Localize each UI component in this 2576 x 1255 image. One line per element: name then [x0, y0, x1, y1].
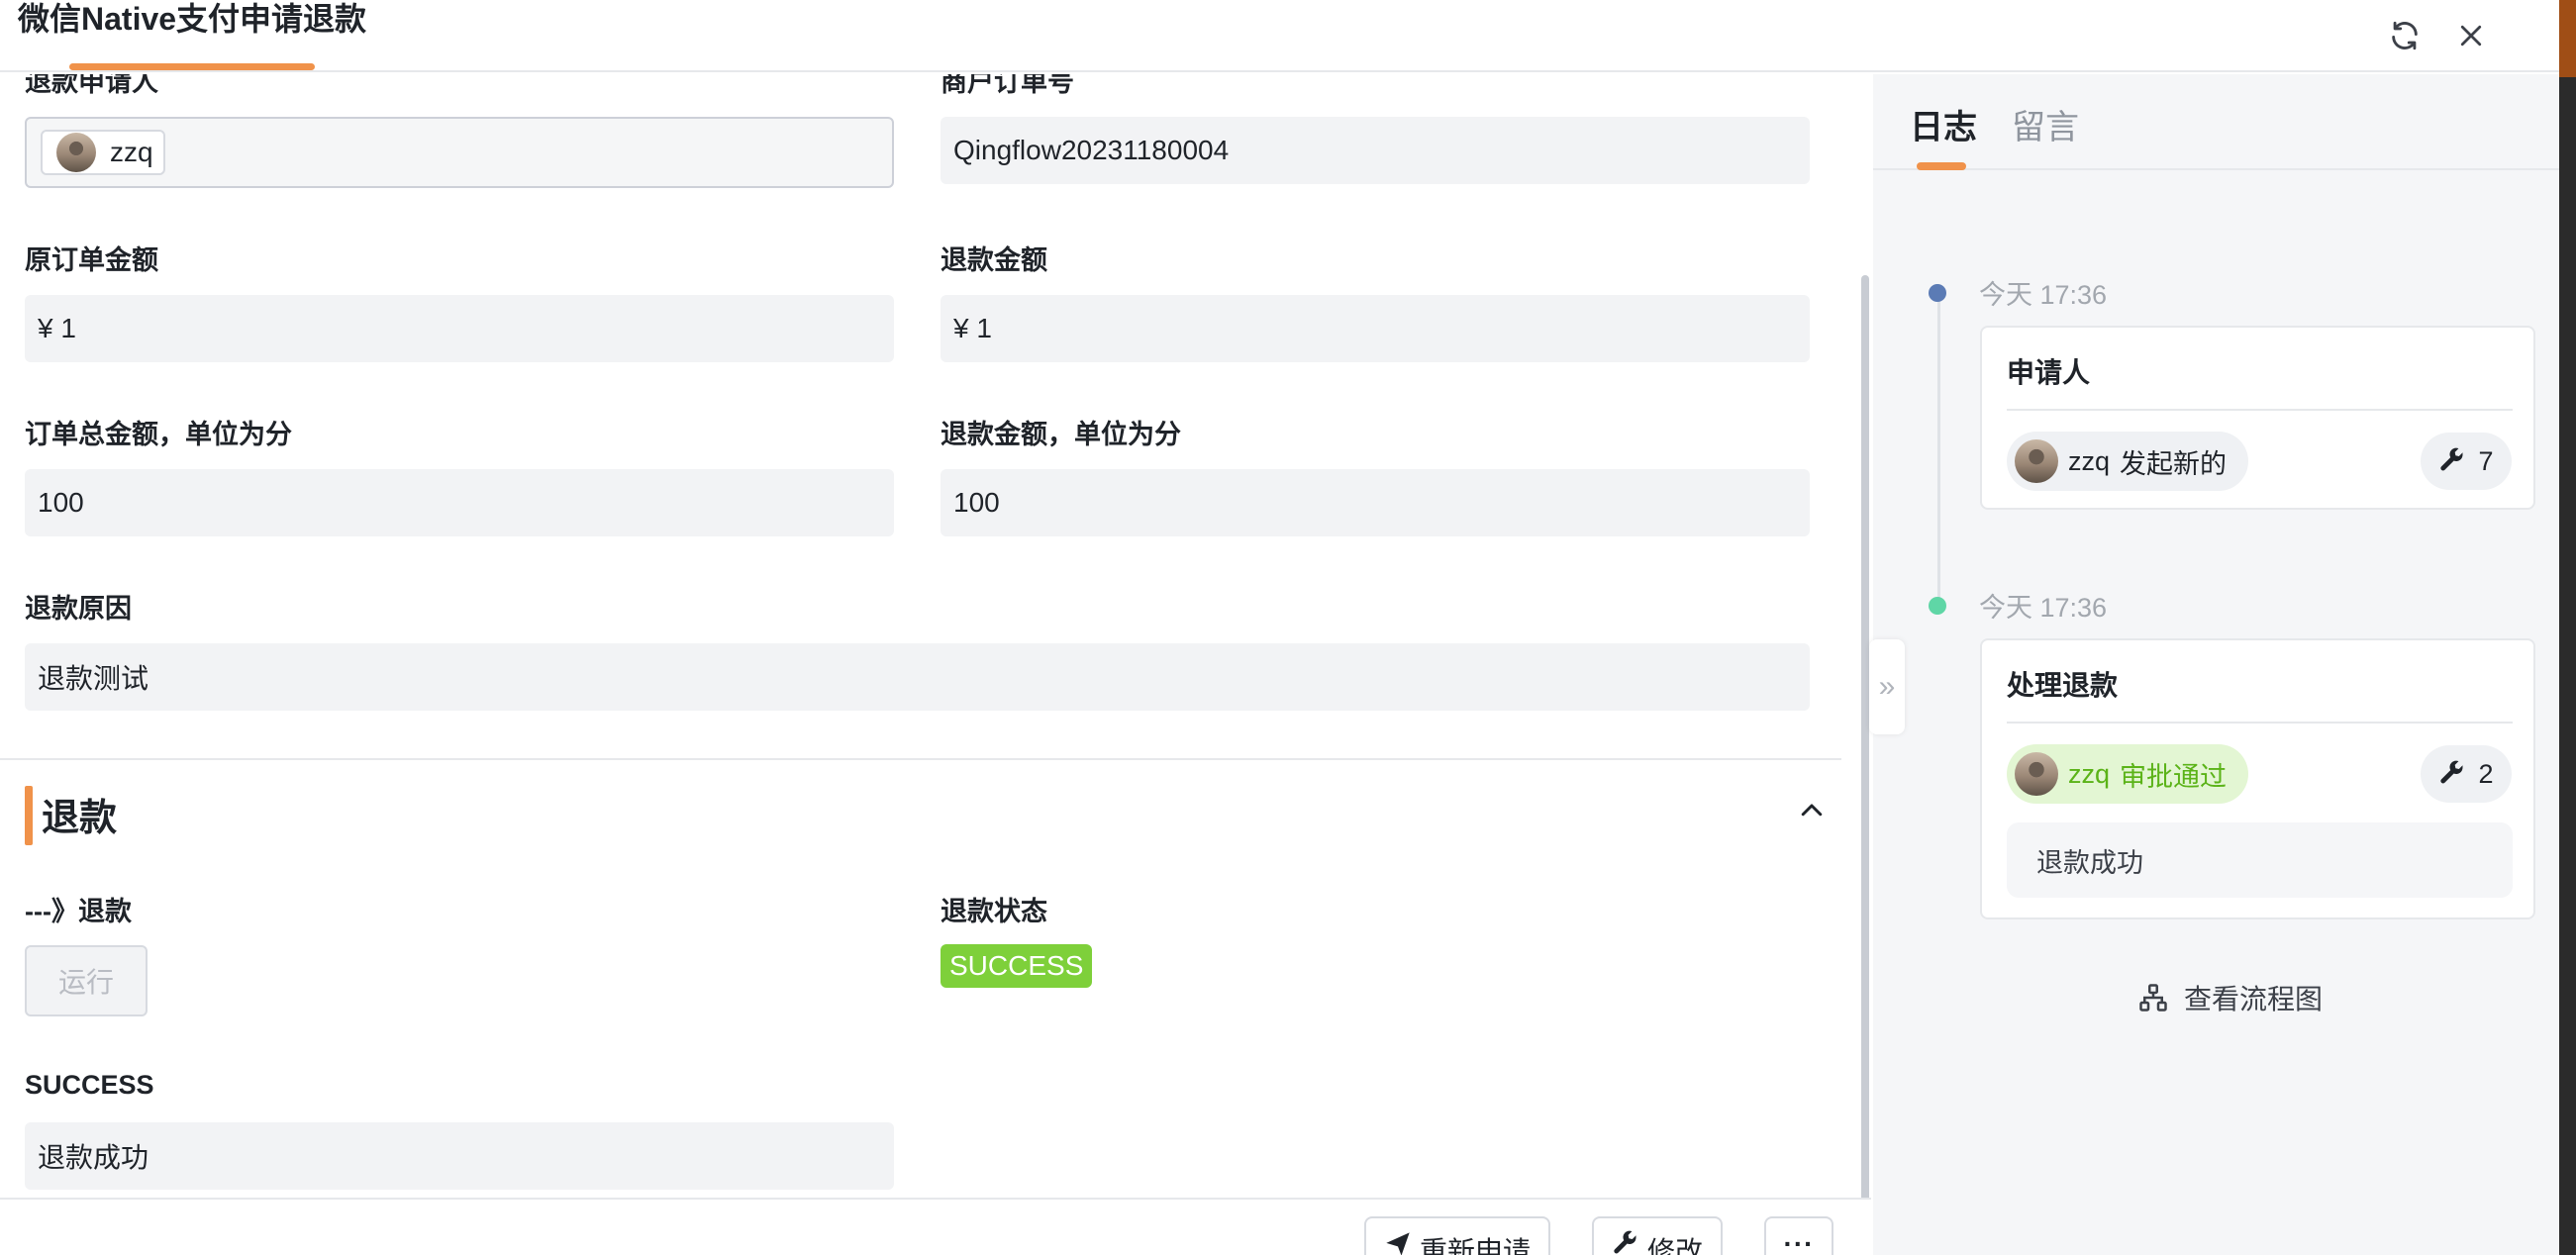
actor-name: zzq: [2068, 445, 2111, 476]
log-card-refund: 处理退款 zzq 审批通过 2 退款成功: [1980, 638, 2535, 919]
section-accent-bar: [25, 786, 33, 845]
edit-button[interactable]: 修改: [1592, 1216, 1724, 1255]
edit-label: 修改: [1647, 1236, 1704, 1255]
refresh-button[interactable]: [2383, 14, 2427, 57]
dialog-header: 微信Native支付申请退款: [0, 0, 2559, 72]
refund-status-label: 退款状态: [941, 897, 1047, 926]
original-amount-label: 原订单金额: [25, 245, 158, 275]
panel-toggle-handle[interactable]: »: [1869, 639, 1905, 734]
refund-amount-label: 退款金额: [941, 245, 1047, 275]
reapply-button[interactable]: 重新申请: [1364, 1216, 1551, 1255]
tab-active-underline: [1917, 162, 1966, 170]
total-cents-field[interactable]: 100: [25, 469, 894, 536]
change-count: 2: [2478, 758, 2494, 789]
reason-field[interactable]: 退款测试: [25, 643, 1810, 711]
applicant-name: zzq: [110, 137, 153, 167]
wrench-icon: [2440, 760, 2463, 784]
refund-action-label: ---》退款: [25, 897, 132, 926]
more-icon: ···: [1783, 1228, 1815, 1255]
timeline-time: 今天 17:36: [1979, 280, 2108, 310]
field-change-count[interactable]: 7: [2421, 433, 2512, 490]
background-window-edge: [2559, 0, 2576, 1255]
send-icon: [1386, 1232, 1410, 1255]
actor-action: 发起新的: [2120, 448, 2228, 479]
avatar: [56, 133, 96, 172]
applicant-field[interactable]: zzq: [25, 117, 894, 188]
tab-comments[interactable]: 留言: [2012, 100, 2079, 148]
actor-pill[interactable]: zzq 发起新的: [2007, 432, 2249, 491]
wrench-icon: [2440, 447, 2463, 471]
total-cents-label: 订单总金额，单位为分: [25, 420, 292, 449]
form-scrollbar[interactable]: [1861, 275, 1869, 1198]
timeline-time: 今天 17:36: [1979, 593, 2108, 623]
actor-name: zzq: [2068, 758, 2111, 789]
change-count: 7: [2478, 445, 2494, 476]
refund-cents-field[interactable]: 100: [941, 469, 1810, 536]
original-amount-field[interactable]: ¥ 1: [25, 295, 894, 362]
section-divider: [0, 758, 1841, 760]
applicant-label: 退款申请人: [25, 74, 158, 97]
run-button[interactable]: 运行: [25, 945, 148, 1016]
reason-label: 退款原因: [25, 594, 132, 624]
flowchart-label: 查看流程图: [2184, 984, 2324, 1014]
form-panel: 退款申请人 zzq 商户订单号 Qingflow20231180004 原订单金…: [0, 74, 1871, 1198]
success-field[interactable]: 退款成功: [25, 1122, 894, 1190]
section-collapse-button[interactable]: [1794, 793, 1830, 828]
log-node-title: 申请人: [2007, 357, 2091, 388]
user-chip[interactable]: zzq: [41, 130, 165, 175]
timeline-dot: [1929, 284, 1946, 302]
close-icon: [2460, 25, 2482, 47]
wrench-icon: [1614, 1230, 1636, 1254]
approval-comment: 退款成功: [2007, 822, 2513, 898]
timeline-line: [1937, 295, 1940, 608]
avatar: [2015, 752, 2058, 796]
refund-cents-label: 退款金额，单位为分: [941, 420, 1181, 449]
timeline-dot: [1929, 597, 1946, 615]
avatar: [2015, 439, 2058, 483]
field-change-count[interactable]: 2: [2421, 745, 2512, 803]
tab-log[interactable]: 日志: [1910, 100, 1977, 148]
refund-status-badge: SUCCESS: [941, 944, 1093, 988]
refund-section-title: 退款: [42, 798, 118, 839]
merchant-order-field[interactable]: Qingflow20231180004: [941, 117, 1810, 184]
log-node-title: 处理退款: [2007, 670, 2119, 701]
refund-amount-field[interactable]: ¥ 1: [941, 295, 1810, 362]
merchant-order-label: 商户订单号: [941, 74, 1074, 97]
card-separator: [2007, 409, 2513, 411]
chevron-up-icon: [1801, 804, 1823, 817]
activity-tabs: 日志 留言: [1873, 74, 2559, 170]
more-button[interactable]: ···: [1764, 1216, 1833, 1255]
reapply-label: 重新申请: [1420, 1236, 1532, 1255]
flowchart-icon: [2139, 984, 2167, 1012]
double-chevron-right-icon: »: [1878, 670, 1896, 703]
title-underline: [69, 63, 315, 70]
actor-pill[interactable]: zzq 审批通过: [2007, 744, 2249, 804]
edge-accent: [2559, 0, 2576, 77]
close-button[interactable]: [2449, 14, 2493, 57]
dialog-title: 微信Native支付申请退款: [18, 1, 367, 37]
actor-action: 审批通过: [2120, 761, 2228, 792]
success-label: SUCCESS: [25, 1070, 154, 1100]
card-separator: [2007, 722, 2513, 724]
action-footer: 重新申请 修改 ···: [0, 1198, 1871, 1255]
log-card-applicant: 申请人 zzq 发起新的 7: [1980, 326, 2535, 510]
refresh-icon: [2392, 21, 2418, 50]
view-flowchart-link[interactable]: 查看流程图: [2138, 978, 2323, 1017]
